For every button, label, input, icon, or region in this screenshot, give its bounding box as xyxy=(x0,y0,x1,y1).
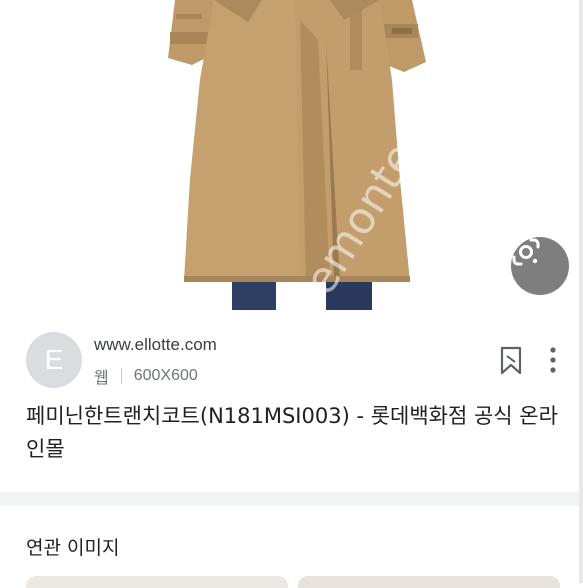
related-images-heading: 연관 이미지 xyxy=(26,537,120,559)
trench-coat-photo: /remonte xyxy=(168,0,427,310)
section-divider xyxy=(0,492,583,506)
related-image-thumbnail[interactable] xyxy=(26,576,288,588)
result-image[interactable]: /remonte xyxy=(0,0,583,310)
site-url[interactable]: www.ellotte.com xyxy=(94,335,217,355)
result-title-link[interactable]: 페미닌한트랜치코트(N181MSI003) - 롯데백화점 공식 온라인몰 xyxy=(26,400,561,466)
more-options-button[interactable] xyxy=(545,344,561,376)
bookmark-icon xyxy=(500,346,522,375)
meta-separator xyxy=(120,368,122,384)
google-lens-button[interactable] xyxy=(511,237,569,295)
site-favicon: E xyxy=(26,332,82,388)
image-dimensions: 600X600 xyxy=(133,367,198,384)
related-image-thumbnail[interactable] xyxy=(298,576,560,588)
result-meta: 웹 600X600 xyxy=(94,364,198,388)
save-button[interactable] xyxy=(499,346,523,376)
screen-edge xyxy=(579,0,583,583)
google-lens-icon xyxy=(512,238,540,266)
result-type: 웹 xyxy=(94,370,109,387)
more-vert-icon xyxy=(550,347,556,373)
favicon-letter: E xyxy=(44,344,64,375)
